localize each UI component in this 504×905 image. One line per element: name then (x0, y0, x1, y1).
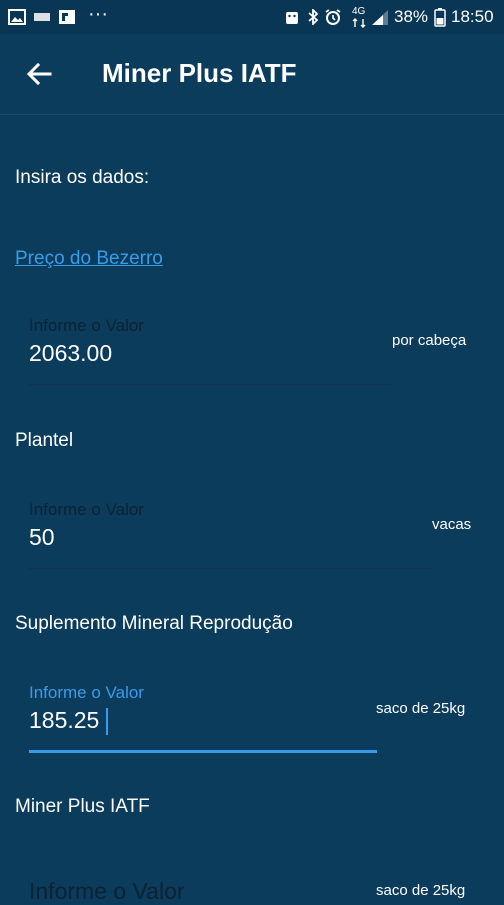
android-icon (286, 12, 298, 24)
app-bar: Miner Plus IATF (0, 34, 504, 115)
unit-label: saco de 25kg (376, 700, 466, 717)
network-type-label: 4G (352, 6, 366, 17)
dash-notification-icon (34, 13, 50, 21)
calf-price-link[interactable]: Preço do Bezerro (15, 248, 163, 270)
unit-label: saco de 25kg (376, 882, 466, 899)
section-label-miner-plus: Miner Plus IATF (15, 796, 150, 817)
field-placeholder-label: Informe o Valor (29, 316, 144, 335)
battery-icon (434, 8, 446, 27)
signal-icon (372, 10, 388, 25)
image-notification-icon (8, 9, 26, 25)
field-placeholder-label: Informe o Valor (29, 500, 144, 519)
calf-price-input[interactable] (29, 340, 369, 367)
mineral-supplement-input[interactable] (29, 707, 349, 734)
data-arrows-icon (352, 18, 366, 28)
back-button[interactable] (20, 56, 60, 92)
alarm-icon (325, 9, 341, 25)
arrow-left-icon (26, 62, 52, 86)
field-placeholder-label: Informe o Valor (29, 878, 185, 904)
field-placeholder-label: Informe o Valor (29, 683, 144, 702)
bluetooth-icon (308, 9, 319, 25)
more-notifications-icon: ··· (88, 3, 108, 25)
field-underline-focused (29, 750, 377, 753)
text-cursor (106, 708, 108, 735)
form-intro: Insira os dados: (15, 167, 150, 188)
app-notification-icon (59, 10, 75, 24)
field-underline (29, 568, 432, 569)
unit-label: por cabeça (392, 332, 467, 349)
section-label-mineral-supplement: Suplemento Mineral Reprodução (15, 613, 293, 634)
herd-size-input[interactable] (29, 524, 409, 551)
section-label-plantel: Plantel (15, 430, 74, 451)
page-title: Miner Plus IATF (102, 58, 297, 88)
status-bar: ··· 4G 38% 18:50 (0, 0, 504, 34)
battery-percent: 38% (394, 7, 429, 26)
unit-label: vacas (432, 516, 472, 533)
clock: 18:50 (451, 7, 494, 26)
field-underline (29, 384, 391, 385)
